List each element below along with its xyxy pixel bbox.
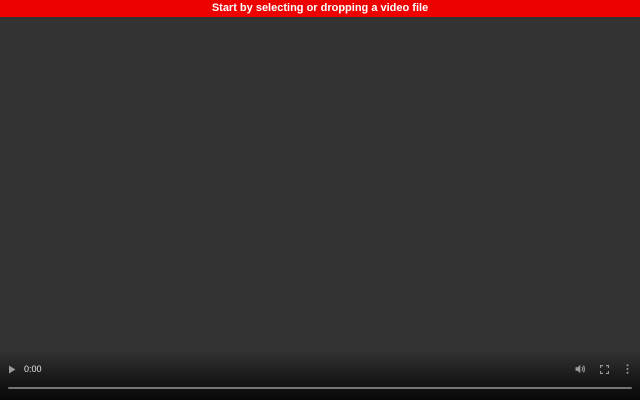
more-options-icon [626,364,628,374]
banner-text: Start by selecting or dropping a video f… [211,2,429,14]
video-player[interactable]: 0:00 [0,17,640,400]
file-prompt-banner[interactable]: Start by selecting or dropping a video f… [0,0,640,17]
current-time: 0:00 [24,364,42,374]
play-icon [9,365,16,373]
fullscreen-icon [599,364,609,374]
fullscreen-button[interactable] [598,361,610,377]
player-controls: 0:00 [0,350,640,400]
volume-icon [575,364,585,374]
volume-button[interactable] [573,361,587,377]
seek-bar[interactable] [8,387,632,389]
more-options-button[interactable] [623,361,631,377]
play-button[interactable] [5,361,19,377]
